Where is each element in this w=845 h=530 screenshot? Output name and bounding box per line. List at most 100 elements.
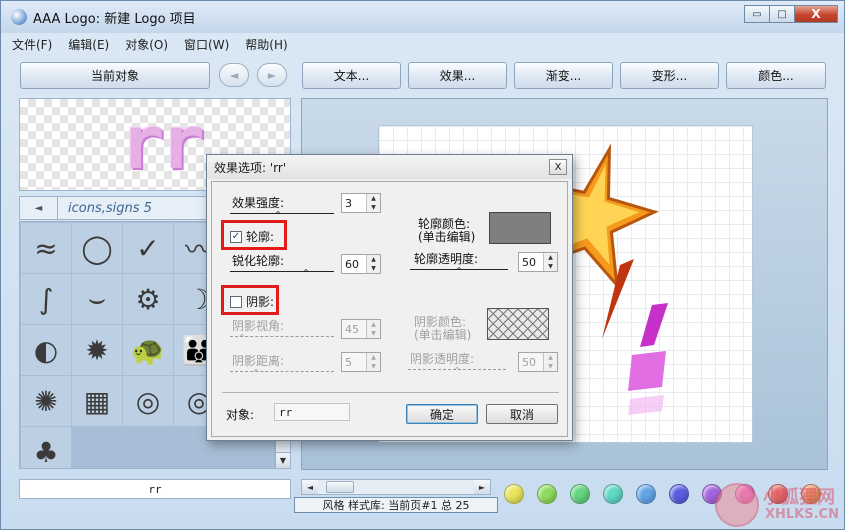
spinner-arrows-icon[interactable]: ▲ ▼	[366, 255, 380, 273]
gallery-title: icons,signs 5	[68, 200, 152, 216]
dialog-title: 效果选项: 'rr'	[214, 160, 287, 175]
prev-object-button[interactable]: ◄	[219, 63, 249, 87]
outline-opacity-slider[interactable]: ^	[410, 264, 508, 275]
outline-color-picker[interactable]	[489, 212, 551, 244]
menu-edit[interactable]: 编辑(E)	[66, 36, 111, 53]
highlight-shadow-frame	[221, 285, 279, 315]
effect-strength-value: 3	[345, 196, 352, 210]
shadow-opacity-value: 50	[522, 355, 536, 369]
spinner-arrows-icon: ▲ ▼	[366, 320, 380, 338]
cancel-button[interactable]: 取消	[486, 404, 558, 424]
shadow-angle-spinner: 45 ▲ ▼	[341, 319, 381, 339]
dialog-separator	[222, 392, 559, 393]
minimize-button[interactable]: ▭	[744, 5, 770, 23]
color-swatch[interactable]	[570, 484, 590, 504]
app-window: AAA Logo: 新建 Logo 项目 ▭ □ X 文件(F) 编辑(E) 对…	[0, 0, 845, 530]
text-button[interactable]: 文本...	[302, 62, 401, 89]
color-swatch[interactable]	[537, 484, 557, 504]
shadow-color-label: 阴影颜色: (单击编辑)	[414, 315, 472, 342]
app-logo-icon	[11, 9, 27, 25]
shadow-distance-value: 5	[345, 355, 352, 369]
exclamation-graphic	[628, 303, 668, 415]
menu-file[interactable]: 文件(F)	[10, 36, 54, 53]
color-swatch[interactable]	[603, 484, 623, 504]
sharpen-outline-value: 60	[345, 257, 359, 271]
swoosh-icon[interactable]: ✓	[123, 223, 173, 273]
scroll-down-button[interactable]: ▼	[276, 452, 290, 468]
fox-logo-icon	[715, 483, 759, 527]
scroll-right-button[interactable]: ►	[474, 480, 490, 494]
spiral-icon[interactable]: ◎	[123, 376, 173, 426]
sharpen-outline-spinner[interactable]: 60 ▲ ▼	[341, 254, 381, 274]
canvas-horizontal-scrollbar[interactable]: ◄ ►	[301, 479, 491, 495]
ring-icon[interactable]: ◯	[72, 223, 122, 273]
effects-button[interactable]: 效果...	[408, 62, 507, 89]
effect-strength-spinner[interactable]: 3 ▲ ▼	[341, 193, 381, 213]
dialog-title-bar[interactable]: 效果选项: 'rr' X	[207, 155, 572, 179]
maximize-button[interactable]: □	[769, 5, 795, 23]
spinner-arrows-icon[interactable]: ▲ ▼	[543, 253, 557, 271]
menu-object[interactable]: 对象(O)	[123, 36, 170, 53]
spinner-arrows-icon: ▲ ▼	[543, 353, 557, 371]
gear-icon[interactable]: ⚙	[123, 274, 173, 324]
color-swatch[interactable]	[669, 484, 689, 504]
shadow-angle-slider: ^	[230, 331, 334, 342]
window-title: AAA Logo: 新建 Logo 项目	[33, 11, 196, 27]
watermark-text: 小狐狸网	[763, 487, 835, 508]
shadow-color-picker	[487, 308, 549, 340]
outline-color-label: 轮廓颜色: (单击编辑)	[418, 217, 476, 244]
current-object-button[interactable]: 当前对象	[20, 62, 210, 89]
spinner-arrows-icon[interactable]: ▲ ▼	[366, 194, 380, 212]
object-name-field[interactable]: rr	[19, 479, 291, 499]
outline-opacity-value: 50	[522, 255, 536, 269]
highlight-outline-frame	[221, 220, 287, 250]
splat-icon[interactable]: ✹	[72, 325, 122, 375]
half-moon-icon[interactable]: ◐	[21, 325, 71, 375]
tree-icon[interactable]: ♣	[21, 427, 71, 468]
menu-bar: 文件(F) 编辑(E) 对象(O) 窗口(W) 帮助(H)	[10, 34, 302, 54]
burst-icon[interactable]: ✺	[21, 376, 71, 426]
close-button[interactable]: X	[794, 5, 838, 23]
shadow-angle-value: 45	[345, 322, 359, 336]
dialog-close-button[interactable]: X	[549, 159, 567, 175]
shadow-opacity-spinner: 50 ▲ ▼	[518, 352, 558, 372]
ok-button[interactable]: 确定	[406, 404, 478, 424]
preview-text: rr	[120, 100, 205, 186]
scroll-left-button[interactable]: ◄	[302, 480, 318, 494]
title-bar[interactable]: AAA Logo: 新建 Logo 项目 ▭ □ X	[1, 1, 844, 33]
menu-window[interactable]: 窗口(W)	[182, 36, 231, 53]
color-button[interactable]: 颜色...	[726, 62, 826, 89]
dialog-body: 效果强度: ^ 3 ▲ ▼ 轮廓颜色: (单击编辑) ✓ 轮廓: 锐化轮廓: ^ …	[211, 181, 568, 437]
calculator-icon[interactable]: ▦	[72, 376, 122, 426]
s-curve-icon[interactable]: ∫	[21, 274, 71, 324]
watermark-domain: XHLKS.CN	[765, 507, 839, 522]
bowl-icon[interactable]: ⌣	[72, 274, 122, 324]
transform-button[interactable]: 变形...	[620, 62, 719, 89]
effect-options-dialog: 效果选项: 'rr' X 效果强度: ^ 3 ▲ ▼ 轮廓颜色: (单击编辑) ✓…	[206, 154, 573, 441]
slider-knob-icon[interactable]: ^	[302, 269, 310, 277]
effect-strength-slider[interactable]: ^	[230, 208, 334, 219]
shadow-distance-slider: ^	[230, 366, 334, 377]
style-library-status: 风格 样式库: 当前页#1 总 25	[294, 497, 498, 513]
color-swatch[interactable]	[636, 484, 656, 504]
wave-icon[interactable]: ≈	[21, 223, 71, 273]
gallery-prev-button[interactable]: ◄	[20, 197, 58, 219]
spinner-arrows-icon: ▲ ▼	[366, 353, 380, 371]
gradient-button[interactable]: 渐变...	[514, 62, 613, 89]
menu-help[interactable]: 帮助(H)	[243, 36, 289, 53]
window-controls: ▭ □ X	[744, 5, 838, 23]
next-object-button[interactable]: ►	[257, 63, 287, 87]
object-label: 对象:	[226, 408, 255, 422]
shadow-distance-spinner: 5 ▲ ▼	[341, 352, 381, 372]
slider-knob-icon[interactable]: ^	[455, 267, 463, 275]
scroll-thumb[interactable]	[326, 481, 354, 493]
slider-knob-icon: ^	[252, 368, 260, 377]
site-watermark: 小狐狸网 XHLKS.CN	[713, 481, 843, 529]
slider-knob-icon: ^	[453, 366, 461, 375]
turtle-icon[interactable]: 🐢	[123, 325, 173, 375]
slider-knob-icon: ^	[238, 333, 246, 342]
slider-knob-icon[interactable]: ^	[274, 211, 282, 219]
color-swatch[interactable]	[504, 484, 524, 504]
outline-opacity-spinner[interactable]: 50 ▲ ▼	[518, 252, 558, 272]
sharpen-outline-slider[interactable]: ^	[230, 266, 334, 277]
